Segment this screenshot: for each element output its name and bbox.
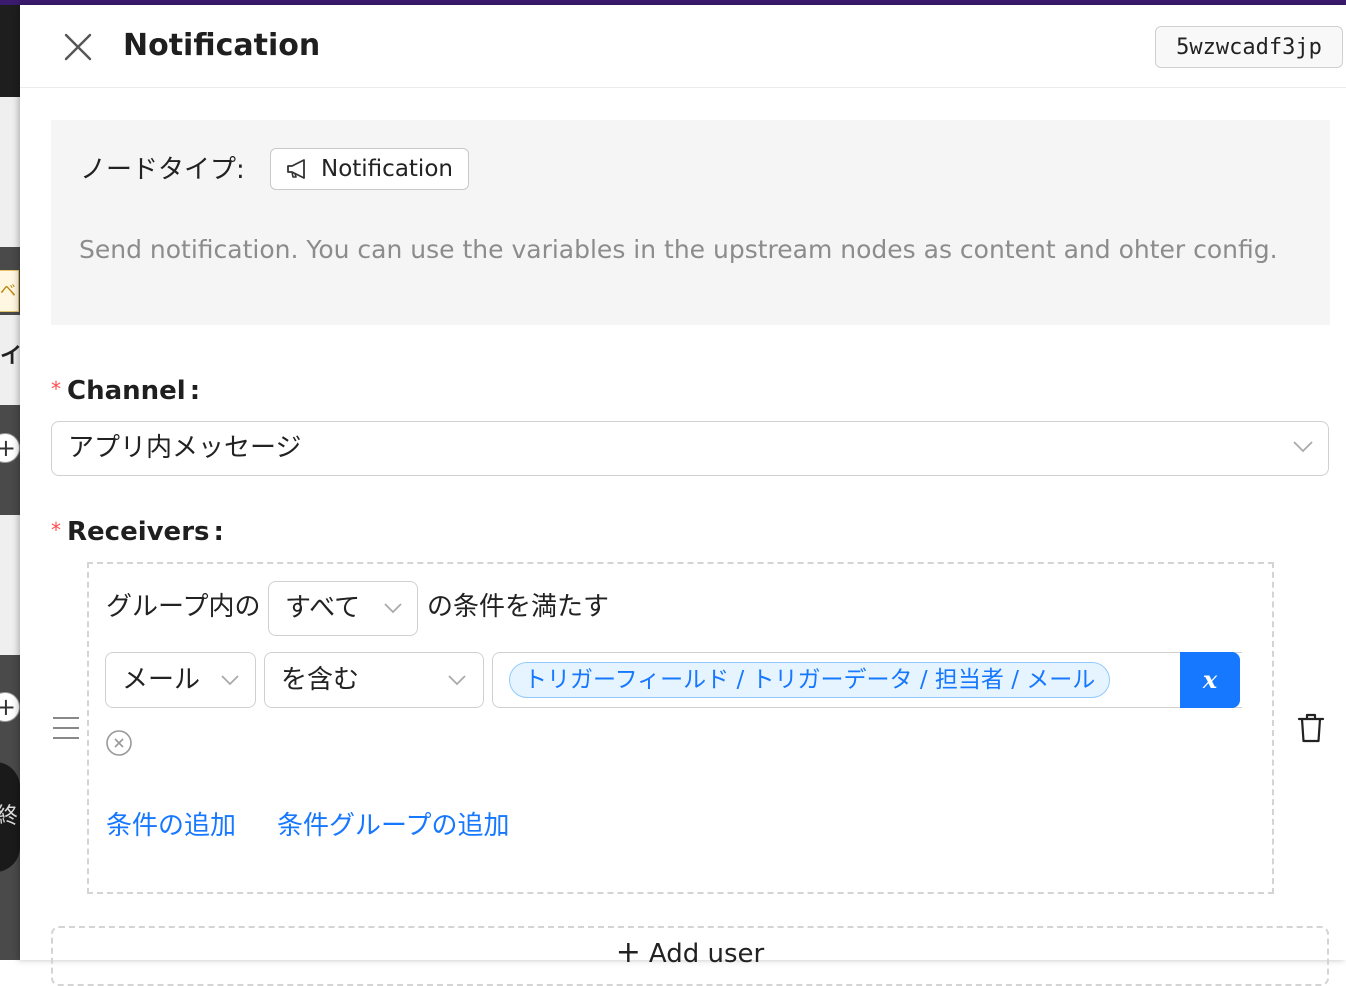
remove-condition-icon[interactable] — [105, 729, 133, 757]
backdrop-end-node-label: 終 — [0, 804, 18, 829]
drag-handle-icon[interactable] — [52, 716, 80, 740]
backdrop-end-node: 終 — [0, 762, 20, 872]
add-condition-group-link[interactable]: 条件グループの追加 — [277, 809, 509, 843]
receivers-label: * Receivers: — [51, 515, 224, 549]
backdrop-add-node-icon[interactable]: + — [0, 433, 20, 463]
delete-receiver-icon[interactable] — [1296, 712, 1326, 744]
node-type-tag: Notification — [270, 148, 469, 190]
condition-group-box — [87, 562, 1274, 894]
condition-field-select[interactable]: メール — [105, 652, 256, 708]
plus-icon: + — [615, 935, 641, 970]
condition-operator-select[interactable]: を含む — [264, 652, 484, 708]
node-type-value: Notification — [321, 156, 453, 182]
required-mark: * — [51, 377, 61, 401]
channel-label-text: Channel — [67, 376, 186, 406]
add-user-button[interactable]: + Add user — [51, 926, 1329, 986]
add-condition-link[interactable]: 条件の追加 — [106, 809, 236, 843]
group-suffix-text: の条件を満たす — [427, 592, 610, 622]
node-type-label: ノードタイプ: — [80, 155, 245, 185]
backdrop-tag: ベン — [0, 270, 19, 312]
drawer-header: Notification 5wzwcadf3jp — [20, 5, 1346, 88]
canvas-backdrop: ベン イ + + 終 — [0, 5, 20, 960]
backdrop-dark-band — [0, 5, 20, 97]
megaphone-icon — [287, 159, 305, 179]
label-colon: : — [189, 376, 201, 406]
chevron-down-icon — [384, 603, 402, 614]
group-logic-select[interactable]: すべて — [268, 581, 418, 636]
backdrop-add-node-icon[interactable]: + — [0, 692, 20, 722]
group-logic-value: すべて — [285, 593, 361, 623]
node-info-box: ノードタイプ: Notification Send notification. … — [51, 120, 1330, 325]
condition-field-value: メール — [122, 665, 201, 695]
close-icon[interactable] — [62, 31, 94, 63]
chevron-down-icon — [221, 675, 239, 686]
channel-label: * Channel: — [51, 374, 200, 408]
chevron-down-icon — [1293, 441, 1313, 453]
drawer-title: Notification — [123, 28, 321, 63]
receivers-label-text: Receivers — [67, 517, 210, 547]
condition-operator-value: を含む — [281, 665, 360, 695]
backdrop-panel — [0, 97, 20, 247]
channel-select[interactable]: アプリ内メッセージ — [51, 421, 1329, 476]
label-colon: : — [213, 517, 224, 547]
chevron-down-icon — [448, 675, 466, 686]
notification-drawer: Notification 5wzwcadf3jp ノードタイプ: Notific… — [20, 5, 1346, 986]
add-user-label: Add user — [648, 939, 765, 969]
channel-select-value: アプリ内メッセージ — [68, 433, 302, 463]
condition-value-input[interactable]: トリガーフィールド / トリガーデータ / 担当者 / メール — [492, 652, 1242, 708]
backdrop-char: イ — [0, 344, 20, 369]
backdrop-panel — [0, 515, 20, 655]
variable-tag[interactable]: トリガーフィールド / トリガーデータ / 担当者 / メール — [509, 662, 1111, 698]
group-prefix-text: グループ内の — [106, 592, 261, 622]
node-id-badge[interactable]: 5wzwcadf3jp — [1155, 26, 1343, 68]
required-mark: * — [51, 518, 61, 542]
node-description: Send notification. You can use the varia… — [79, 235, 1278, 264]
variable-picker-button[interactable]: x — [1180, 652, 1240, 708]
backdrop-tag-text: ベン — [0, 281, 17, 300]
